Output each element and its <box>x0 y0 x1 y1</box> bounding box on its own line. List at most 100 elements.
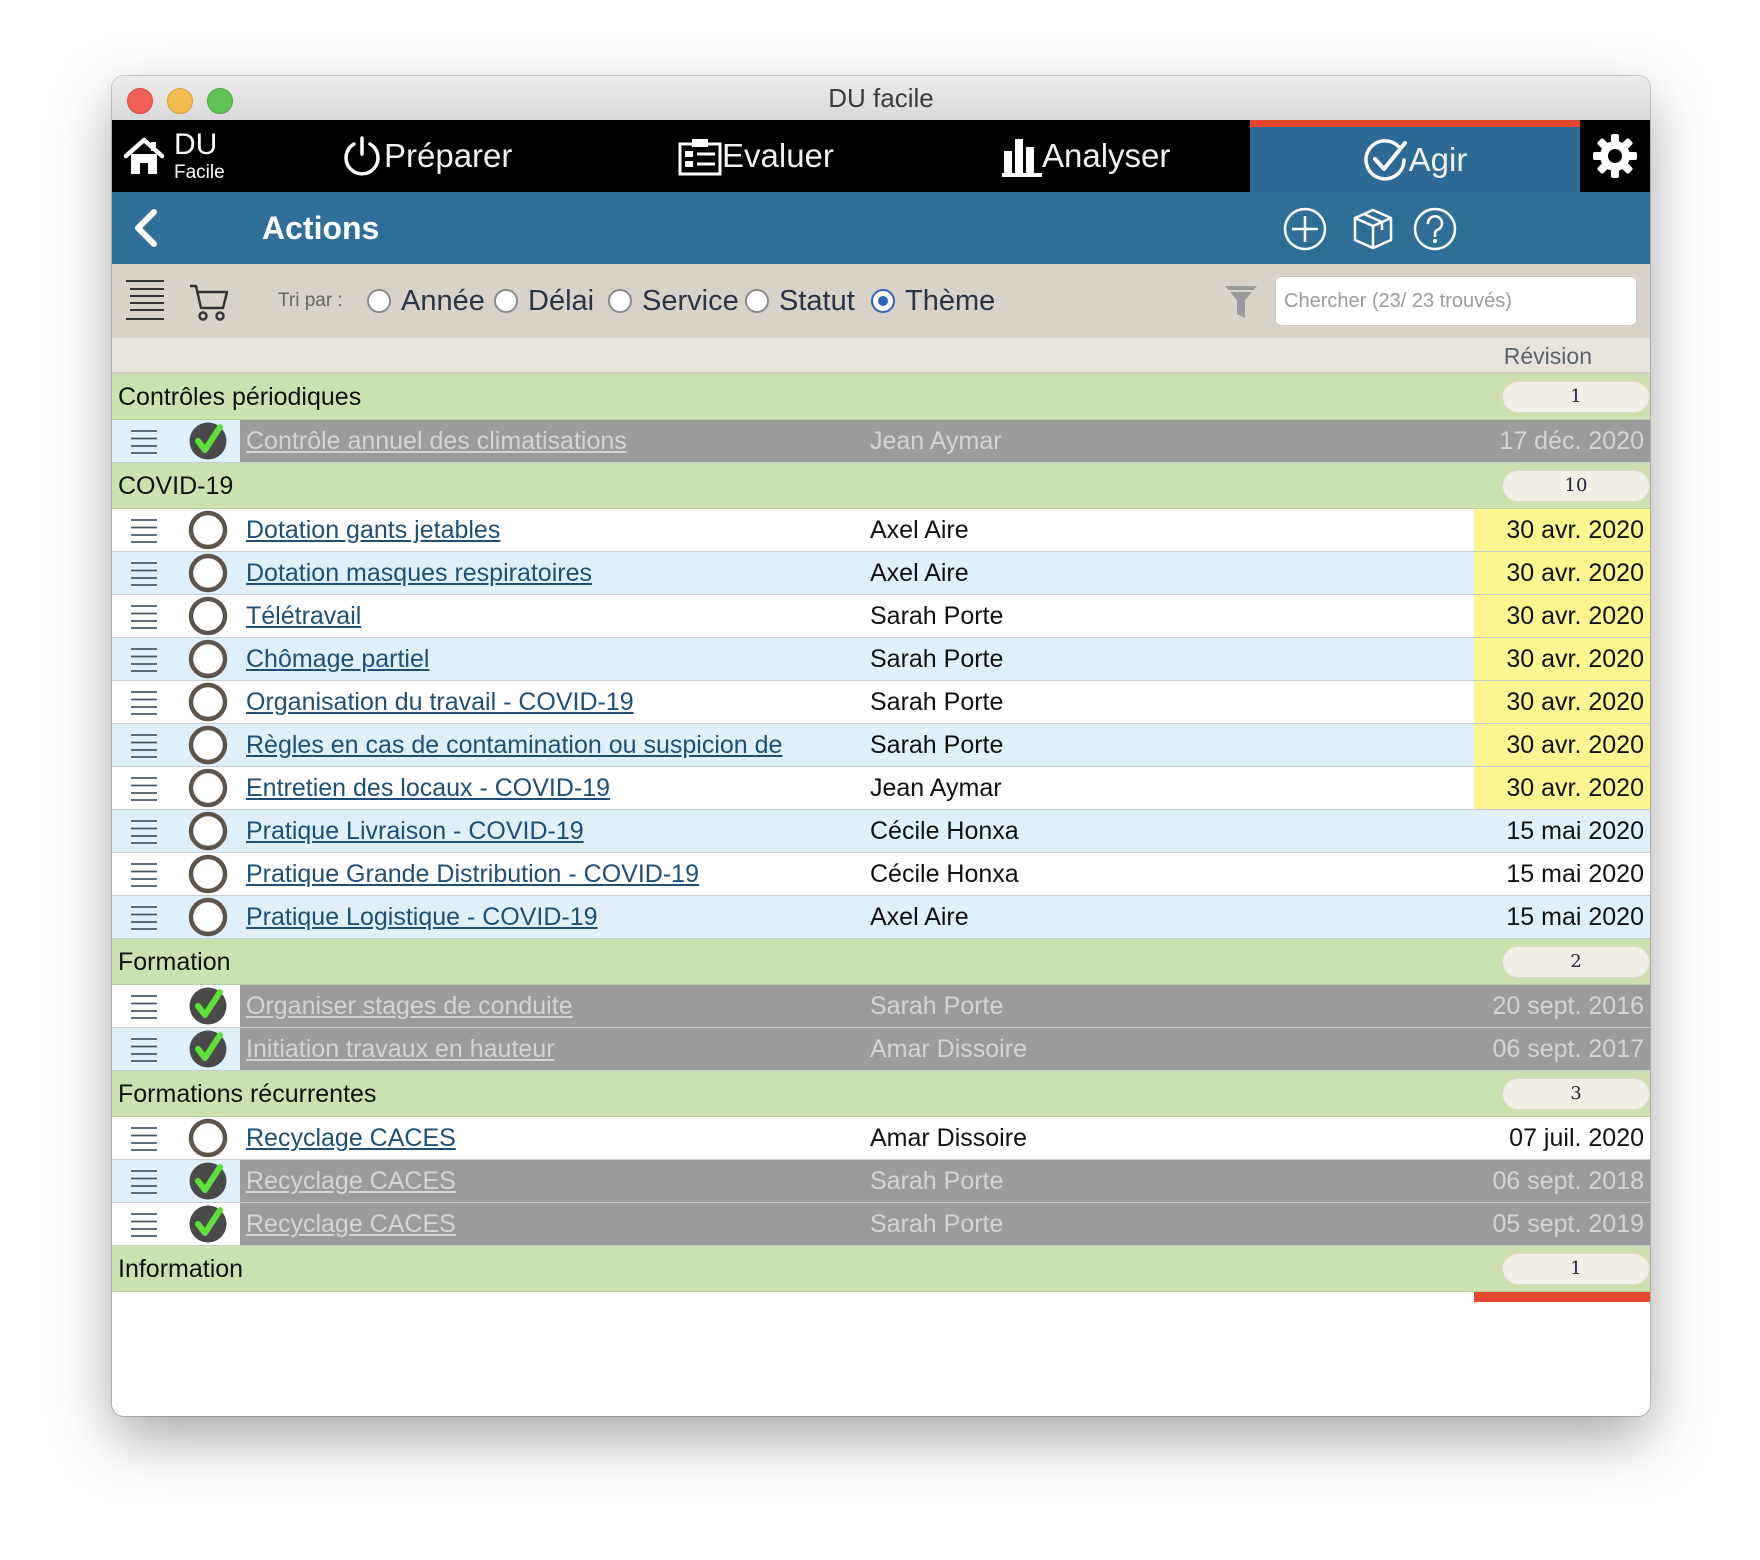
status-toggle[interactable] <box>188 421 228 461</box>
status-toggle[interactable] <box>188 639 228 679</box>
row-menu-button[interactable] <box>130 905 158 931</box>
radio-delai[interactable] <box>494 289 518 313</box>
sort-option-delai[interactable]: Délai <box>494 264 594 338</box>
row-menu-button[interactable] <box>130 429 158 455</box>
sort-option-service[interactable]: Service <box>608 264 739 338</box>
row-menu-button[interactable] <box>130 819 158 845</box>
action-row[interactable]: Chômage partiel Sarah Porte 30 avr. 2020 <box>112 638 1650 681</box>
help-button[interactable] <box>1412 206 1458 252</box>
revision-column-header: Révision <box>1503 343 1592 369</box>
home-label-small: Facile <box>174 162 225 183</box>
action-row[interactable]: Télétravail Sarah Porte 30 avr. 2020 <box>112 595 1650 638</box>
action-title-link[interactable]: Organisation du travail - COVID-19 <box>246 681 634 723</box>
status-toggle[interactable] <box>188 510 228 550</box>
list-view-button[interactable] <box>124 278 166 327</box>
action-row[interactable]: Recyclage CACES Amar Dissoire 07 juil. 202… <box>112 1117 1650 1160</box>
action-title-link[interactable]: Dotation gants jetables <box>246 509 500 551</box>
search-input[interactable] <box>1275 276 1637 326</box>
radio-service[interactable] <box>608 289 632 313</box>
action-title-link[interactable]: Entretien des locaux - COVID-19 <box>246 767 610 809</box>
row-menu-button[interactable] <box>130 604 158 630</box>
row-menu-button[interactable] <box>130 1212 158 1238</box>
radio-statut[interactable] <box>745 289 769 313</box>
sort-option-statut[interactable]: Statut <box>745 264 855 338</box>
action-due-date: 20 sept. 2016 <box>1492 992 1644 1020</box>
row-menu-button[interactable] <box>130 647 158 673</box>
radio-annee[interactable] <box>367 289 391 313</box>
hamburger-icon <box>131 995 157 1019</box>
filter-button[interactable] <box>1224 284 1258 325</box>
status-toggle[interactable] <box>188 986 228 1026</box>
action-title-link[interactable]: Contrôle annuel des climatisations <box>246 420 627 462</box>
action-row[interactable]: Initiation travaux en hauteur Amar Dissoi… <box>112 1028 1650 1071</box>
action-title-link[interactable]: Règles en cas de contamination ou suspic… <box>246 724 782 766</box>
action-responsible: Sarah Porte <box>870 1210 1004 1238</box>
row-menu-button[interactable] <box>130 1169 158 1195</box>
row-menu-button[interactable] <box>130 733 158 759</box>
action-row[interactable]: Recyclage CACES Sarah Porte 05 sept. 2019 <box>112 1203 1650 1246</box>
status-toggle[interactable] <box>188 725 228 765</box>
status-toggle[interactable] <box>188 1029 228 1069</box>
nav-home[interactable]: DU Facile <box>122 120 225 192</box>
row-menu-button[interactable] <box>130 994 158 1020</box>
row-menu-button[interactable] <box>130 776 158 802</box>
action-row[interactable]: Contrôle annuel des climatisations Jean A… <box>112 420 1650 463</box>
status-open-icon <box>188 811 228 851</box>
radio-theme[interactable] <box>871 289 895 313</box>
settings-button[interactable] <box>1580 120 1650 192</box>
status-toggle[interactable] <box>188 854 228 894</box>
action-row[interactable]: Pratique Grande Distribution - COVID-19 C… <box>112 853 1650 896</box>
action-row[interactable]: Entretien des locaux - COVID-19 Jean Ayma… <box>112 767 1650 810</box>
action-title-link[interactable]: Recyclage CACES <box>246 1117 456 1159</box>
archive-button[interactable] <box>1350 206 1396 252</box>
action-title-link[interactable]: Chômage partiel <box>246 638 429 680</box>
action-title-link[interactable]: Pratique Grande Distribution - COVID-19 <box>246 853 699 895</box>
tab-agir[interactable]: Agir <box>1250 120 1580 192</box>
status-toggle[interactable] <box>188 897 228 937</box>
tab-preparer[interactable]: Préparer <box>340 120 512 192</box>
status-toggle[interactable] <box>188 811 228 851</box>
action-title-link[interactable]: Recyclage CACES <box>246 1203 456 1245</box>
row-menu-button[interactable] <box>130 561 158 587</box>
status-toggle[interactable] <box>188 1204 228 1244</box>
row-menu-button[interactable] <box>130 1037 158 1063</box>
add-action-button[interactable] <box>1282 206 1328 252</box>
action-row[interactable]: Organisation du travail - COVID-19 Sarah … <box>112 681 1650 724</box>
status-toggle[interactable] <box>188 596 228 636</box>
sort-option-annee-label: Année <box>401 284 485 317</box>
action-row[interactable]: Règles en cas de contamination ou suspic… <box>112 724 1650 767</box>
status-open-icon <box>188 682 228 722</box>
action-title-link[interactable]: Pratique Logistique - COVID-19 <box>246 896 598 938</box>
action-row[interactable]: Dotation masques respiratoires Axel Aire 3… <box>112 552 1650 595</box>
back-button[interactable] <box>124 204 172 252</box>
action-row[interactable]: Dotation gants jetables Axel Aire 30 avr. … <box>112 509 1650 552</box>
row-menu-button[interactable] <box>130 518 158 544</box>
action-title-link[interactable]: Pratique Livraison - COVID-19 <box>246 810 584 852</box>
action-title-link[interactable]: Recyclage CACES <box>246 1160 456 1202</box>
group-header: Formations récurrentes 3 <box>112 1071 1650 1117</box>
hamburger-icon <box>131 820 157 844</box>
status-toggle[interactable] <box>188 682 228 722</box>
cart-button[interactable] <box>188 282 230 327</box>
status-toggle[interactable] <box>188 1161 228 1201</box>
action-row[interactable]: Pratique Logistique - COVID-19 Axel Aire 1… <box>112 896 1650 939</box>
action-bar: Actions <box>112 192 1650 264</box>
sort-option-delai-label: Délai <box>528 284 595 317</box>
tab-analyser[interactable]: Analyser <box>1002 120 1170 192</box>
action-title-link[interactable]: Initiation travaux en hauteur <box>246 1028 555 1070</box>
status-toggle[interactable] <box>188 768 228 808</box>
tab-evaluer[interactable]: Evaluer <box>678 120 834 192</box>
action-title-link[interactable]: Télétravail <box>246 595 361 637</box>
sort-option-theme[interactable]: Thème <box>871 264 995 338</box>
action-row[interactable]: Pratique Livraison - COVID-19 Cécile Honx… <box>112 810 1650 853</box>
row-menu-button[interactable] <box>130 1126 158 1152</box>
row-menu-button[interactable] <box>130 862 158 888</box>
status-toggle[interactable] <box>188 1118 228 1158</box>
action-title-link[interactable]: Organiser stages de conduite <box>246 985 573 1027</box>
row-menu-button[interactable] <box>130 690 158 716</box>
action-row[interactable]: Recyclage CACES Sarah Porte 06 sept. 2018 <box>112 1160 1650 1203</box>
action-title-link[interactable]: Dotation masques respiratoires <box>246 552 592 594</box>
action-row[interactable]: Organiser stages de conduite Sarah Porte 2… <box>112 985 1650 1028</box>
sort-option-annee[interactable]: Année <box>367 264 485 338</box>
status-toggle[interactable] <box>188 553 228 593</box>
